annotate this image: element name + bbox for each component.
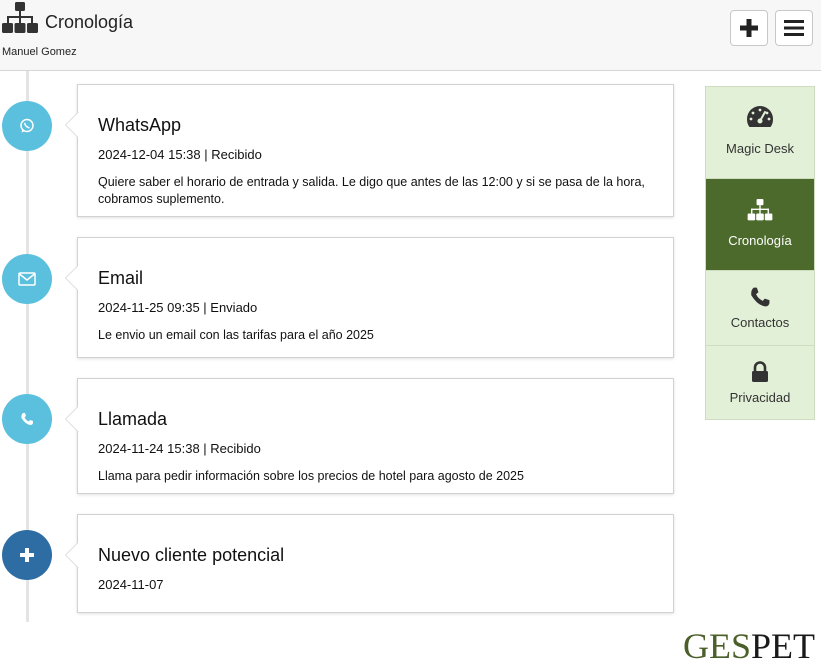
side-nav-label: Cronología (728, 233, 792, 248)
page-title: Cronología (45, 12, 134, 32)
logo-part-2: PET (751, 626, 816, 666)
timeline-card[interactable]: Llamada 2024-11-24 15:38 | Recibido Llam… (65, 378, 674, 494)
dashboard-gauge-icon (747, 106, 773, 127)
side-nav-label: Contactos (730, 315, 790, 330)
timeline-card[interactable]: WhatsApp 2024-12-04 15:38 | Recibido Qui… (65, 84, 674, 217)
timeline-dot-whatsapp (2, 101, 52, 151)
phone-icon (751, 287, 770, 307)
side-nav-item-magic-desk[interactable]: Magic Desk (706, 87, 814, 179)
timeline-dot-call (2, 394, 52, 444)
timeline-card[interactable]: Nuevo cliente potencial 2024-11-07 (65, 514, 674, 613)
card-text: Quiere saber el horario de entrada y sal… (98, 175, 645, 206)
plus-icon (740, 19, 758, 37)
timeline-dot-email (2, 254, 52, 304)
menu-button[interactable] (775, 10, 813, 46)
card-meta: 2024-11-25 09:35 | Enviado (98, 300, 258, 315)
phone-icon (21, 413, 33, 425)
hamburger-menu-icon (784, 20, 804, 36)
add-button[interactable] (730, 10, 768, 46)
side-nav-label: Privacidad (729, 390, 791, 405)
envelope-icon (18, 272, 36, 286)
gespet-logo: GESPET (683, 625, 815, 667)
logo-part-1: GES (683, 626, 752, 666)
whatsapp-icon (20, 118, 34, 133)
card-meta: 2024-12-04 15:38 | Recibido (98, 147, 262, 162)
side-nav: Magic Desk Cronología Contactos Privacid… (705, 86, 815, 420)
plus-icon (20, 548, 34, 562)
card-title: Nuevo cliente potencial (98, 545, 285, 565)
card-title: Llamada (98, 409, 168, 429)
side-nav-item-privacidad[interactable]: Privacidad (706, 346, 814, 419)
side-nav-item-cronologia[interactable]: Cronología (706, 179, 814, 271)
card-title: WhatsApp (98, 115, 182, 135)
timeline-dot-new-lead (2, 530, 52, 580)
card-text: Llama para pedir información sobre los p… (98, 469, 524, 483)
sitemap-icon (747, 199, 773, 221)
page-header: Cronología Manuel Gomez (0, 0, 821, 71)
side-nav-item-contactos[interactable]: Contactos (706, 271, 814, 346)
sitemap-icon (2, 2, 38, 33)
card-title: Email (98, 268, 144, 288)
card-text: Le envio un email con las tarifas para e… (98, 328, 374, 342)
lock-icon (752, 361, 768, 382)
card-meta: 2024-11-24 15:38 | Recibido (98, 441, 261, 456)
user-name: Manuel Gomez (2, 46, 77, 58)
timeline-card[interactable]: Email 2024-11-25 09:35 | Enviado Le envi… (65, 237, 674, 358)
side-nav-label: Magic Desk (726, 141, 794, 156)
card-meta: 2024-11-07 (98, 577, 164, 592)
